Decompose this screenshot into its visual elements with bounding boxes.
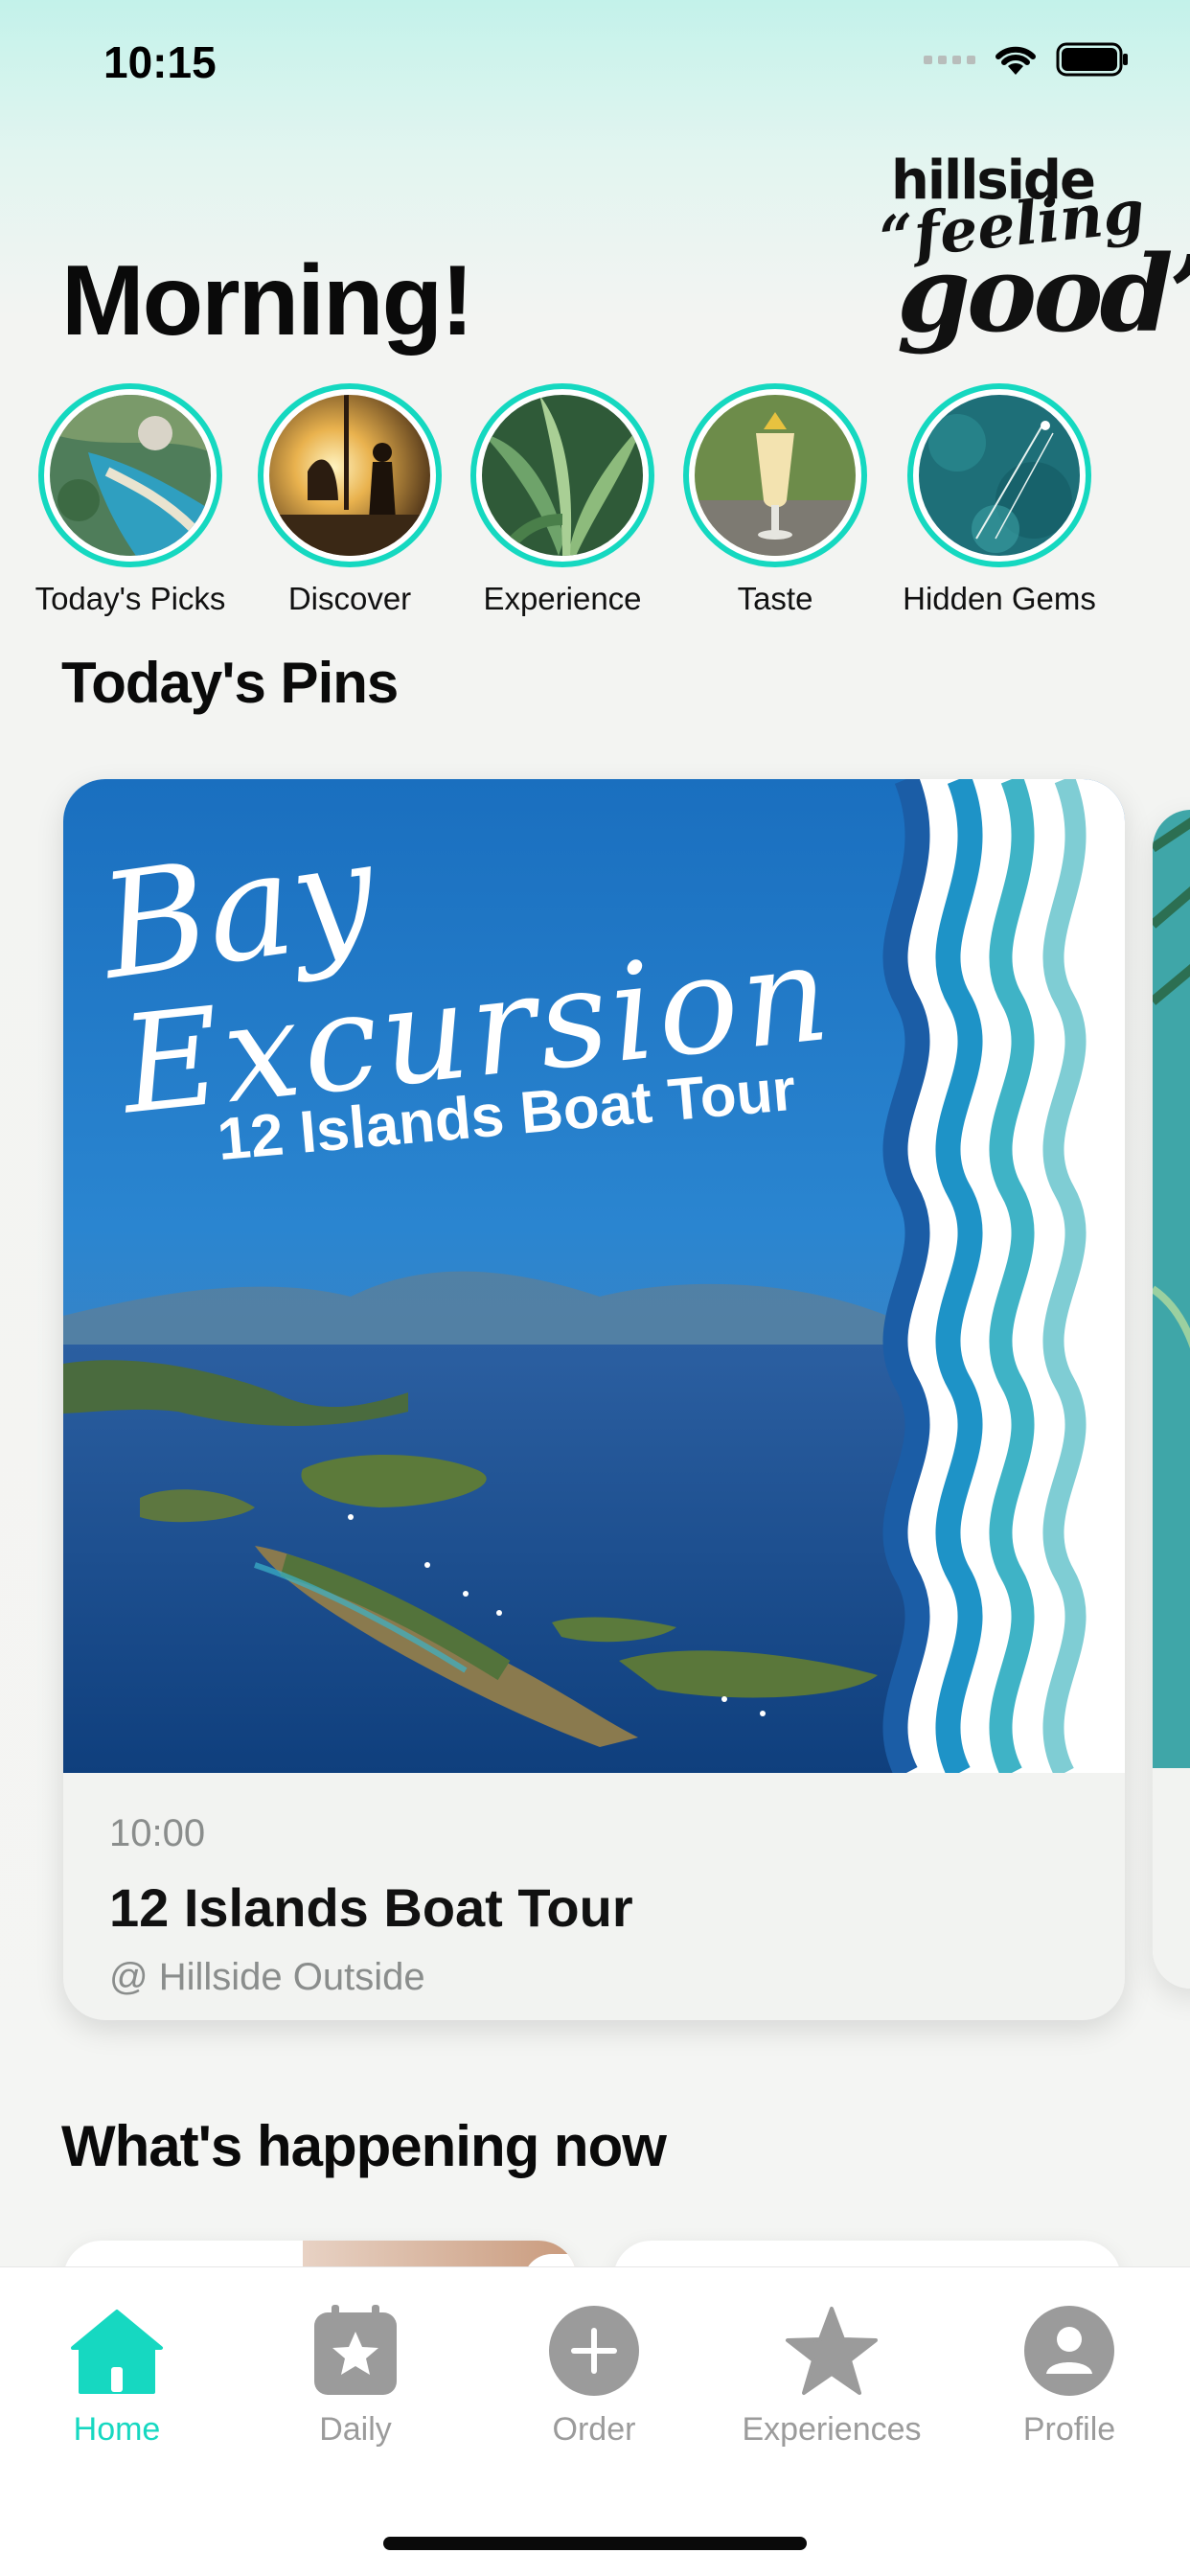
- todays-pins-title: Today's Pins: [61, 651, 399, 715]
- pin-info: 10:00 12 Islands Boat Tour @ Hillside Ou…: [109, 1812, 633, 1999]
- home-indicator: [383, 2537, 807, 2550]
- story-label: Experience: [483, 581, 642, 616]
- story-discover[interactable]: Discover: [240, 383, 460, 617]
- greeting-title: Morning!: [61, 245, 474, 356]
- tab-profile[interactable]: Profile: [964, 2298, 1175, 2449]
- experience-thumbnail: [482, 395, 643, 556]
- tab-label: Order: [552, 2411, 636, 2448]
- pin-title: 12 Islands Boat Tour: [109, 1877, 633, 1938]
- story-label: Today's Picks: [34, 581, 226, 616]
- home-icon: [11, 2298, 222, 2404]
- logo-line3: good”: [897, 232, 1190, 356]
- tab-daily[interactable]: Daily: [250, 2298, 461, 2449]
- pin-venue: @ Hillside Outside: [109, 1956, 425, 1998]
- calendar-star-icon: [250, 2298, 461, 2404]
- story-hidden-gems[interactable]: Hidden Gems: [889, 383, 1110, 617]
- tab-label: Daily: [319, 2411, 392, 2448]
- boat-tour-banner: Bay Excursion 12 Islands Boat Tour: [63, 779, 1125, 1773]
- home-screen: 10:15 hillside “feeling good” Morning!: [0, 0, 1190, 2576]
- signal-icon: [924, 55, 975, 64]
- story-experience[interactable]: Experience: [452, 383, 673, 617]
- pin-card-next[interactable]: [1153, 810, 1190, 1989]
- hidden-gems-thumbnail: [919, 395, 1080, 556]
- taste-thumbnail: [695, 395, 856, 556]
- star-icon: [726, 2298, 937, 2404]
- tab-home[interactable]: Home: [11, 2298, 222, 2449]
- todays-picks-thumbnail: [50, 395, 211, 556]
- discover-thumbnail: [269, 395, 430, 556]
- user-circle-icon: [964, 2298, 1175, 2404]
- story-taste[interactable]: Taste: [665, 383, 885, 617]
- status-icons: [924, 42, 1129, 77]
- story-todays-picks[interactable]: Today's Picks: [20, 383, 240, 617]
- story-list: Today's Picks Discover Experience Taste …: [0, 383, 1190, 632]
- story-label: Discover: [287, 581, 412, 616]
- tab-label: Profile: [1022, 2411, 1116, 2448]
- whats-happening-title: What's happening now: [61, 2114, 667, 2178]
- tab-experiences[interactable]: Experiences: [726, 2298, 937, 2449]
- tab-label: Home: [73, 2411, 161, 2448]
- wifi-icon: [993, 42, 1039, 77]
- story-label: Hidden Gems: [903, 581, 1096, 616]
- status-time: 10:15: [103, 37, 217, 87]
- tab-label: Experiences: [742, 2411, 922, 2448]
- tab-bar: Home Daily Order Experiences Profile: [0, 2266, 1190, 2576]
- pin-card-boat-tour[interactable]: Bay Excursion 12 Islands Boat Tour 10:00…: [63, 779, 1125, 2020]
- hillside-logo: hillside “feeling good”: [862, 144, 1190, 356]
- battery-icon: [1056, 42, 1129, 77]
- tab-order[interactable]: Order: [489, 2298, 699, 2449]
- plus-circle-icon: [489, 2298, 699, 2404]
- story-label: Taste: [737, 581, 813, 616]
- pin-time: 10:00: [109, 1812, 206, 1854]
